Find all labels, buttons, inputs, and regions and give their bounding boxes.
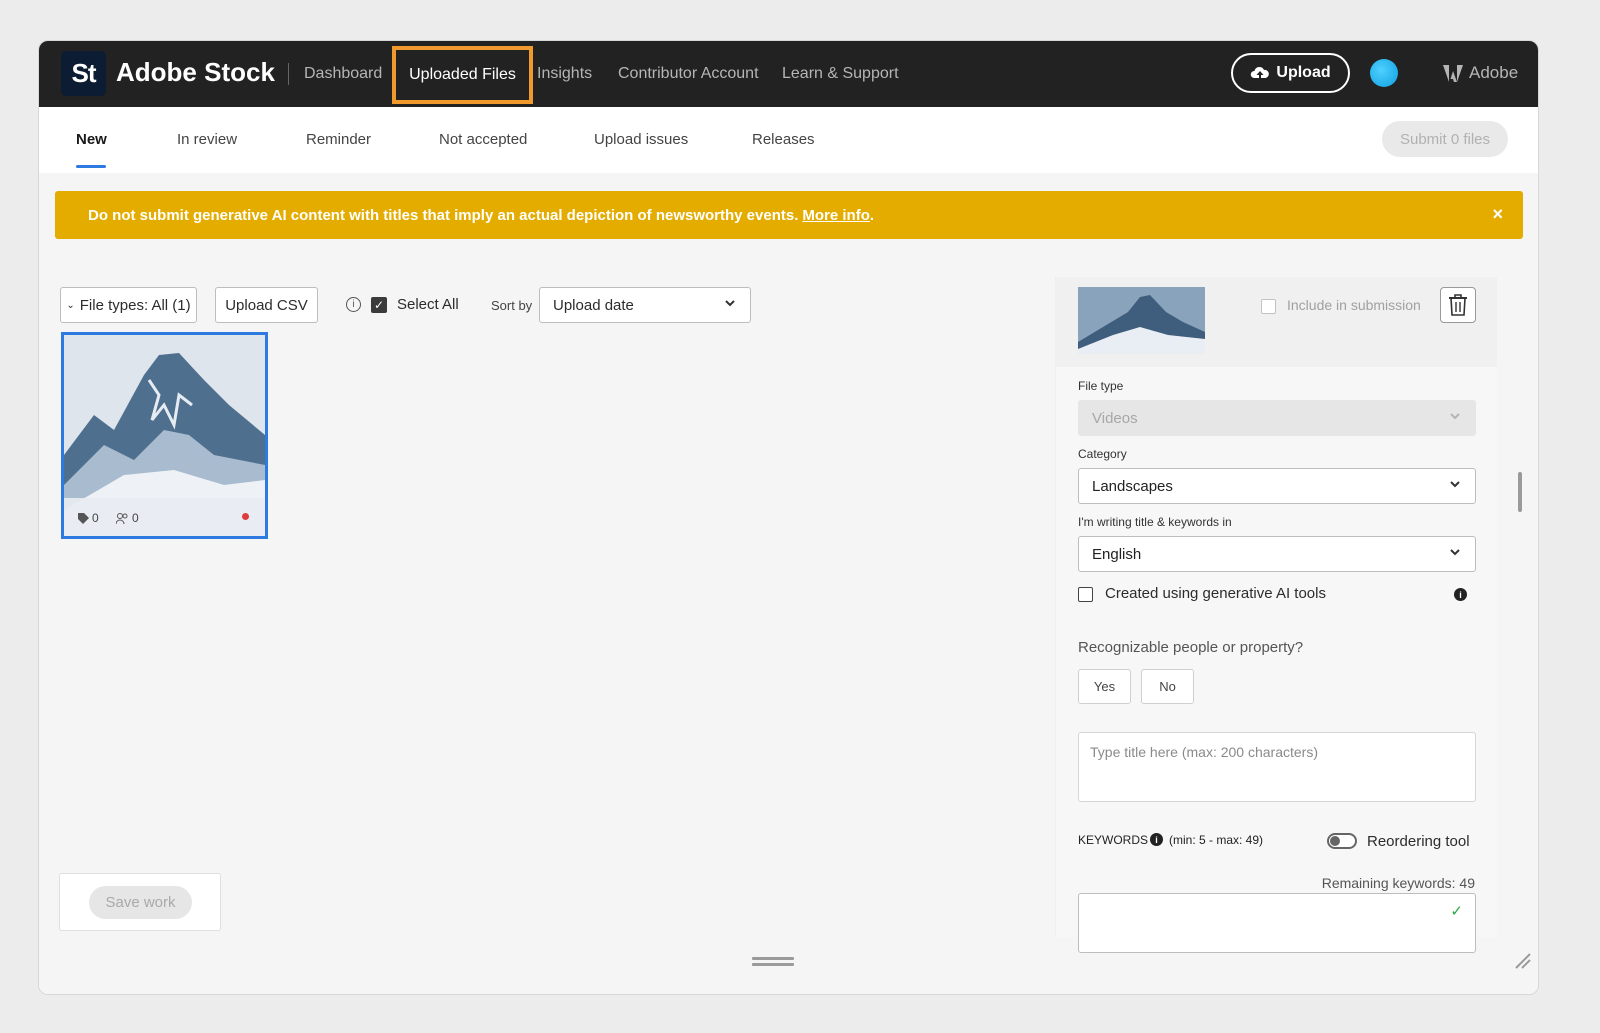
- chevron-down-icon: [1450, 481, 1460, 488]
- nav-insights[interactable]: Insights: [537, 65, 592, 83]
- sort-by-label: Sort by: [491, 298, 533, 313]
- cloud-upload-icon: [1251, 66, 1270, 80]
- upload-button[interactable]: Upload: [1231, 53, 1350, 93]
- remaining-keywords: Remaining keywords: 49: [1321, 875, 1475, 891]
- select-all-checkbox[interactable]: ✓: [371, 297, 387, 313]
- chevron-down-icon: [1450, 413, 1460, 420]
- keywords-label: KEYWORDS: [1078, 833, 1149, 847]
- select-all-label[interactable]: Select All: [397, 296, 459, 313]
- title-input[interactable]: Type title here (max: 200 characters): [1078, 732, 1476, 802]
- user-avatar[interactable]: [1370, 59, 1398, 87]
- file-thumbnail[interactable]: 0 0: [61, 332, 268, 539]
- more-info-link[interactable]: More info: [802, 207, 870, 224]
- ai-warning-banner: Do not submit generative AI content with…: [55, 191, 1523, 239]
- upload-csv-button[interactable]: Upload CSV: [215, 287, 318, 323]
- generative-ai-label[interactable]: Created using generative AI tools: [1105, 585, 1326, 602]
- sort-select[interactable]: Upload date: [539, 287, 751, 323]
- nav-dashboard[interactable]: Dashboard: [304, 65, 382, 83]
- chevron-down-icon: ⌄: [66, 299, 75, 311]
- close-icon[interactable]: ×: [1492, 204, 1503, 225]
- recognizable-question: Recognizable people or property?: [1078, 639, 1304, 656]
- adobe-stock-logo[interactable]: St: [61, 51, 106, 96]
- tab-new[interactable]: New: [76, 131, 107, 148]
- tab-not-accepted[interactable]: Not accepted: [439, 131, 527, 148]
- brand-name[interactable]: Adobe Stock: [116, 57, 275, 88]
- banner-text: Do not submit generative AI content with…: [88, 206, 799, 224]
- trash-icon: [1449, 294, 1467, 316]
- nav-uploaded-files[interactable]: Uploaded Files: [392, 46, 533, 104]
- status-tabs-bar: New In review Reminder Not accepted Uplo…: [39, 107, 1538, 173]
- main-content: Do not submit generative AI content with…: [39, 173, 1538, 994]
- generative-ai-checkbox[interactable]: [1078, 587, 1093, 602]
- submit-files-button[interactable]: Submit 0 files: [1382, 121, 1508, 157]
- nav-contributor-account[interactable]: Contributor Account: [618, 65, 759, 83]
- include-in-submission-label[interactable]: Include in submission: [1287, 297, 1421, 313]
- tab-in-review[interactable]: In review: [177, 131, 237, 148]
- language-label: I'm writing title & keywords in: [1078, 515, 1232, 529]
- chevron-down-icon: [1450, 549, 1460, 556]
- resize-corner-icon[interactable]: [1512, 950, 1532, 970]
- adobe-link[interactable]: Adobe: [1443, 63, 1518, 83]
- delete-button[interactable]: [1440, 287, 1476, 323]
- yes-button[interactable]: Yes: [1078, 669, 1131, 704]
- info-icon[interactable]: i: [346, 297, 361, 312]
- status-dot: [242, 513, 249, 520]
- selected-file-preview: [1078, 287, 1205, 354]
- category-select[interactable]: Landscapes: [1078, 468, 1476, 504]
- reordering-tool-label[interactable]: Reordering tool: [1367, 833, 1470, 850]
- file-type-select: Videos: [1078, 400, 1476, 436]
- info-icon[interactable]: i: [1454, 588, 1467, 601]
- bottom-drag-handle[interactable]: [752, 957, 794, 967]
- toggle-knob: [1330, 836, 1340, 846]
- active-tab-indicator: [76, 165, 106, 168]
- file-details-panel: Include in submission File type Videos C…: [1055, 277, 1497, 953]
- file-types-filter[interactable]: ⌄ File types: All (1): [60, 287, 197, 323]
- file-type-label: File type: [1078, 379, 1124, 393]
- save-work-container: Save work: [59, 873, 221, 931]
- no-button[interactable]: No: [1141, 669, 1194, 704]
- mountain-image: [1078, 287, 1205, 354]
- brand-divider: [288, 63, 289, 85]
- save-work-button[interactable]: Save work: [89, 886, 192, 919]
- language-select[interactable]: English: [1078, 536, 1476, 572]
- keywords-range: (min: 5 - max: 49): [1169, 833, 1264, 847]
- chevron-down-icon: [725, 300, 735, 307]
- info-icon[interactable]: i: [1150, 833, 1163, 846]
- panel-header: Include in submission: [1056, 277, 1497, 367]
- reordering-toggle[interactable]: [1327, 833, 1357, 849]
- nav-learn-support[interactable]: Learn & Support: [782, 65, 899, 83]
- tab-reminder[interactable]: Reminder: [306, 131, 371, 148]
- keyword-count: 0: [92, 511, 99, 525]
- thumbnail-footer: 0 0: [64, 498, 265, 536]
- tab-releases[interactable]: Releases: [752, 131, 815, 148]
- top-navigation-bar: St Adobe Stock Dashboard Uploaded Files …: [39, 41, 1538, 107]
- vertical-resize-handle[interactable]: [1518, 472, 1522, 512]
- checkmark-icon: ✓: [1450, 903, 1463, 920]
- include-in-submission-checkbox[interactable]: [1261, 299, 1276, 314]
- tag-icon: [78, 513, 89, 524]
- people-icon: [116, 513, 128, 524]
- category-label: Category: [1078, 447, 1127, 461]
- adobe-logo-icon: [1443, 64, 1463, 82]
- tab-upload-issues[interactable]: Upload issues: [594, 131, 688, 148]
- keywords-input[interactable]: ✓: [1078, 893, 1476, 953]
- people-count: 0: [132, 511, 139, 525]
- app-window: St Adobe Stock Dashboard Uploaded Files …: [38, 40, 1539, 995]
